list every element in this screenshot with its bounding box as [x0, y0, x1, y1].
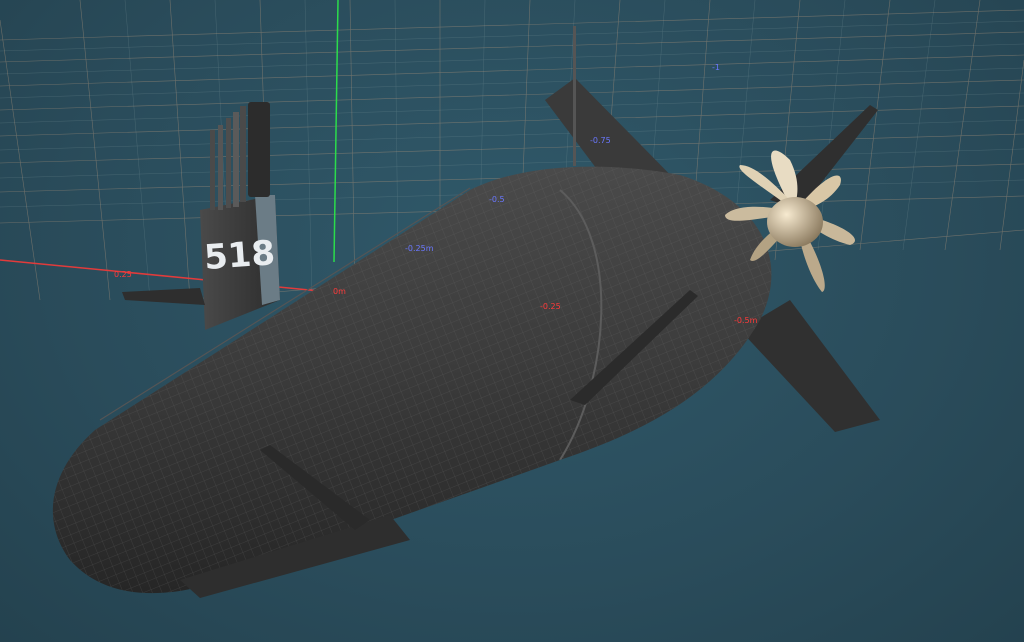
periscope-masts[interactable] [210, 102, 270, 210]
propeller-hub [767, 197, 823, 247]
conning-tower[interactable]: 518 [200, 195, 280, 330]
lower-rudder[interactable] [740, 300, 880, 432]
grid-label-top-right: -1 [712, 63, 720, 72]
hull-number: 518 [203, 233, 277, 278]
grid-label-red-hull: -0.25 [540, 302, 561, 311]
antenna-mast [573, 26, 576, 166]
y-axis-line [333, 0, 339, 263]
viewport-scene[interactable]: 518 -1 -0.75 -0.5 -0.25m 0.25 0m -0.25 -… [0, 0, 1024, 642]
grid-label-red-stern: -0.5m [734, 316, 758, 325]
grid-label-deck-front: -0.25m [405, 244, 434, 253]
grid-label-fin-top: -0.75 [590, 136, 611, 145]
grid-label-red-center: 0m [333, 287, 346, 296]
grid-label-deck-mid: -0.5 [489, 195, 505, 204]
x-axis-line [0, 259, 331, 293]
3d-viewport[interactable]: 518 -1 -0.75 -0.5 -0.25m 0.25 0m -0.25 -… [0, 0, 1024, 642]
grid-label-red-left: 0.25 [114, 270, 132, 279]
sail-plane[interactable] [122, 288, 205, 305]
